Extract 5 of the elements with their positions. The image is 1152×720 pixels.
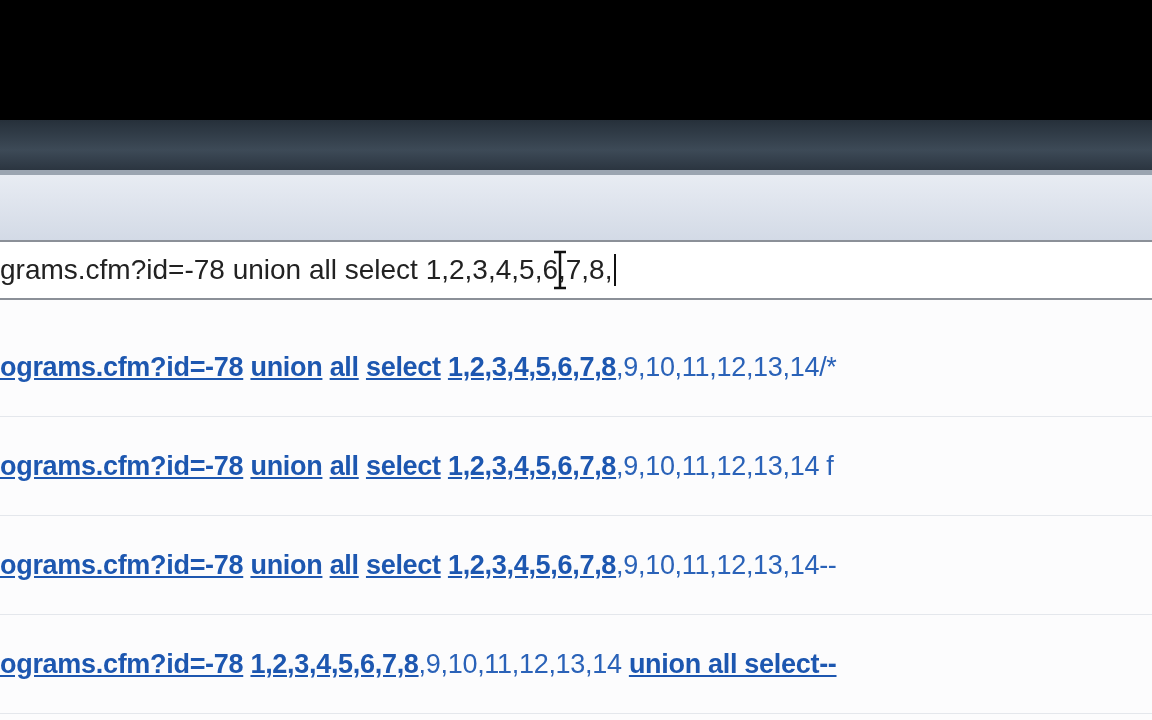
suggestion-link[interactable]: ograms.cfm?id=-78 union all select 1,2,3,4,5,6,7,8,9,10,11,12,13,14-- [0,549,837,581]
suggestion-link[interactable]: ograms.cfm?id=-78 union all select 1,2,3,4,5,6,7,8,9,10,11,12,13,14/* [0,351,837,383]
text-caret [614,254,617,286]
suggestion-link[interactable]: ograms.cfm?id=-78 union all select 1,2,3,4,5,6,7,8,9,10,11,12,13,14 f [0,450,834,482]
suggestion-link[interactable]: ograms.cfm?id=-78 1,2,3,4,5,6,7,8,9,10,11,12,13,14 union all select-- [0,648,837,680]
